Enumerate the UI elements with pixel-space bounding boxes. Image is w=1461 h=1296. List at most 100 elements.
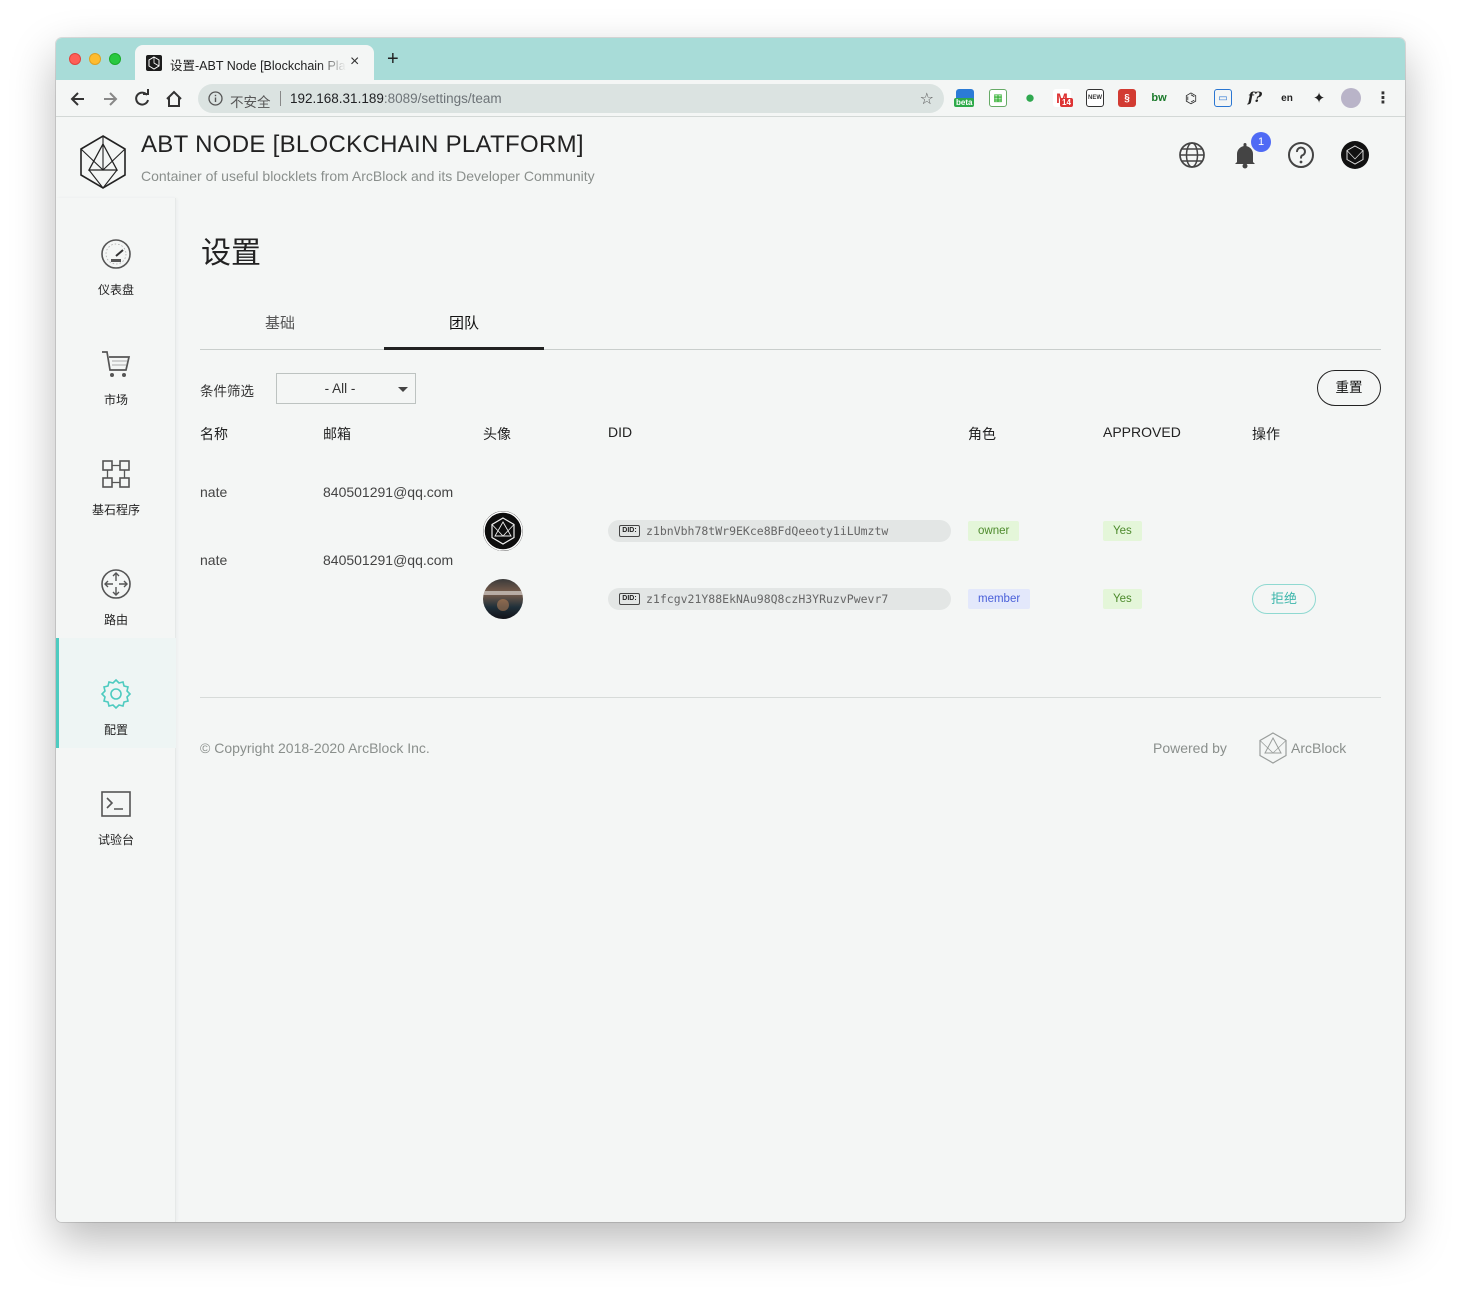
browser-window: 设置-ABT Node [Blockchain Platform] × + 不安…: [56, 38, 1405, 1222]
column-header-avatar: 头像: [483, 426, 511, 442]
browser-tab[interactable]: 设置-ABT Node [Blockchain Platform] ×: [135, 45, 374, 80]
sheets-extension-icon[interactable]: ▦: [989, 89, 1007, 107]
mono-extension-icon[interactable]: ⌬: [1182, 89, 1200, 107]
dashboard-icon: [100, 238, 132, 270]
gear-icon: [100, 678, 132, 710]
gmail-count: 14: [1060, 98, 1073, 107]
app-header: ABT NODE [BLOCKCHAIN PLATFORM] Container…: [56, 118, 1405, 198]
powered-by-label: Powered by: [1153, 740, 1227, 756]
sidebar-item-router[interactable]: 路由: [56, 528, 176, 638]
did-value: z1bnVbh78tWr9EKce8BFdQeeoty1iLUmztw: [646, 524, 889, 538]
arcblock-favicon-icon: [146, 55, 162, 71]
member-email: 840501291@qq.com: [323, 552, 454, 568]
url-path: :8089/settings/team: [383, 91, 502, 106]
notification-count-badge: 1: [1251, 132, 1271, 152]
news-extension-icon[interactable]: NEW: [1086, 89, 1104, 107]
role-badge: owner: [968, 521, 1020, 541]
reject-button[interactable]: 拒绝: [1252, 584, 1316, 614]
did-tag-icon: DID:: [619, 593, 640, 605]
beta-label: beta: [954, 98, 975, 107]
reset-button[interactable]: 重置: [1317, 370, 1381, 406]
column-header-role: 角色: [968, 426, 996, 442]
address-bar[interactable]: 不安全 192.168.31.189:8089/settings/team ☆: [198, 84, 944, 113]
filter-label: 条件筛选: [200, 384, 254, 399]
footer-divider: [200, 697, 1381, 698]
blocklets-icon: [100, 458, 132, 490]
new-tab-button[interactable]: +: [387, 49, 399, 69]
sidebar-item-blocklets[interactable]: 基石程序: [56, 418, 176, 528]
sidebar-item-label: 试验台: [97, 833, 134, 847]
tab-close-icon[interactable]: ×: [350, 53, 359, 71]
approved-badge: Yes: [1103, 521, 1142, 541]
maximize-window-button[interactable]: [109, 53, 121, 65]
gmail-extension-icon[interactable]: M14: [1053, 89, 1073, 107]
translate-extension-icon[interactable]: en: [1278, 89, 1296, 107]
more-menu-icon[interactable]: ⋮: [1374, 89, 1392, 107]
url-host: 192.168.31.189: [290, 91, 384, 106]
column-header-approved: APPROVED: [1103, 424, 1181, 440]
filter-select[interactable]: - All -: [276, 373, 416, 404]
minimize-window-button[interactable]: [89, 53, 101, 65]
tab-basic[interactable]: 基础: [200, 310, 360, 350]
cart-icon: [100, 348, 132, 380]
sidebar-item-settings[interactable]: 配置: [56, 638, 176, 748]
tab-team[interactable]: 团队: [384, 310, 544, 350]
router-icon: [100, 568, 132, 600]
sidebar-item-playground[interactable]: 试验台: [56, 748, 176, 858]
cast-extension-icon[interactable]: ▭: [1214, 89, 1232, 107]
home-icon[interactable]: [164, 89, 184, 109]
column-header-actions: 操作: [1252, 426, 1280, 442]
bookmark-star-icon[interactable]: ☆: [920, 89, 934, 109]
separator: [280, 91, 281, 106]
globe-icon[interactable]: [1177, 140, 1207, 170]
column-header-did: DID: [608, 424, 633, 440]
sidebar-item-label: 基石程序: [91, 503, 140, 517]
column-header-email: 邮箱: [323, 426, 351, 442]
app-subtitle: Container of useful blocklets from ArcBl…: [141, 168, 595, 184]
arcblock-logo-icon[interactable]: [1258, 732, 1288, 764]
browser-toolbar: 不安全 192.168.31.189:8089/settings/team ☆ …: [56, 80, 1405, 117]
page-title: 设置: [201, 237, 261, 270]
sidebar-item-dashboard[interactable]: 仪表盘: [56, 198, 176, 308]
beta-extension-icon[interactable]: beta: [954, 89, 975, 107]
sidebar-item-label: 仪表盘: [97, 283, 134, 297]
did-value: z1fcgv21Y88EkNAu98Q8czH3YRuzvPwevr7: [646, 592, 889, 606]
copyright-text: © Copyright 2018-2020 ArcBlock Inc.: [200, 740, 430, 756]
did-tag-icon: DID:: [619, 525, 640, 537]
evernote-extension-icon[interactable]: ●: [1021, 88, 1039, 107]
tab-title: 设置-ABT Node [Blockchain Platform]: [170, 55, 346, 74]
url-text[interactable]: 192.168.31.189:8089/settings/team: [290, 91, 502, 106]
insecure-label: 不安全: [230, 95, 271, 110]
profile-avatar-icon[interactable]: [1341, 88, 1361, 108]
red-extension-icon[interactable]: §: [1118, 89, 1136, 107]
arcblock-brand-name[interactable]: ArcBlock: [1291, 740, 1346, 756]
app-title: ABT NODE [BLOCKCHAIN PLATFORM]: [141, 131, 584, 158]
approved-badge: Yes: [1103, 589, 1142, 609]
account-avatar-icon[interactable]: [1340, 140, 1370, 170]
member-avatar: [483, 511, 523, 551]
column-header-name: 名称: [200, 426, 228, 442]
back-arrow-icon[interactable]: [68, 89, 88, 109]
did-chip[interactable]: DID: z1fcgv21Y88EkNAu98Q8czH3YRuzvPwevr7: [608, 588, 951, 610]
role-badge: member: [968, 589, 1031, 609]
sidebar-item-market[interactable]: 市场: [56, 308, 176, 418]
puzzle-extension-icon[interactable]: ✦: [1310, 89, 1328, 107]
member-avatar: [483, 579, 523, 619]
formula-extension-icon[interactable]: f?: [1246, 89, 1264, 107]
forward-arrow-icon[interactable]: [100, 89, 120, 109]
sidebar-item-label: 市场: [103, 393, 128, 407]
member-name: nate: [200, 484, 228, 500]
info-icon[interactable]: [208, 91, 223, 106]
member-name: nate: [200, 552, 228, 568]
sidebar-item-label: 路由: [103, 613, 128, 627]
bw-extension-icon[interactable]: bw: [1150, 89, 1168, 107]
reload-icon[interactable]: [132, 89, 152, 109]
help-icon[interactable]: [1286, 140, 1316, 170]
settings-tabs: 基础 团队: [200, 310, 1381, 350]
sidebar-item-label: 配置: [103, 723, 128, 737]
member-email: 840501291@qq.com: [323, 484, 454, 500]
close-window-button[interactable]: [69, 53, 81, 65]
filter-selected-value: - All -: [324, 381, 356, 396]
abt-node-logo-icon: [80, 135, 126, 189]
did-chip[interactable]: DID: z1bnVbh78tWr9EKce8BFdQeeoty1iLUmztw: [608, 520, 951, 542]
